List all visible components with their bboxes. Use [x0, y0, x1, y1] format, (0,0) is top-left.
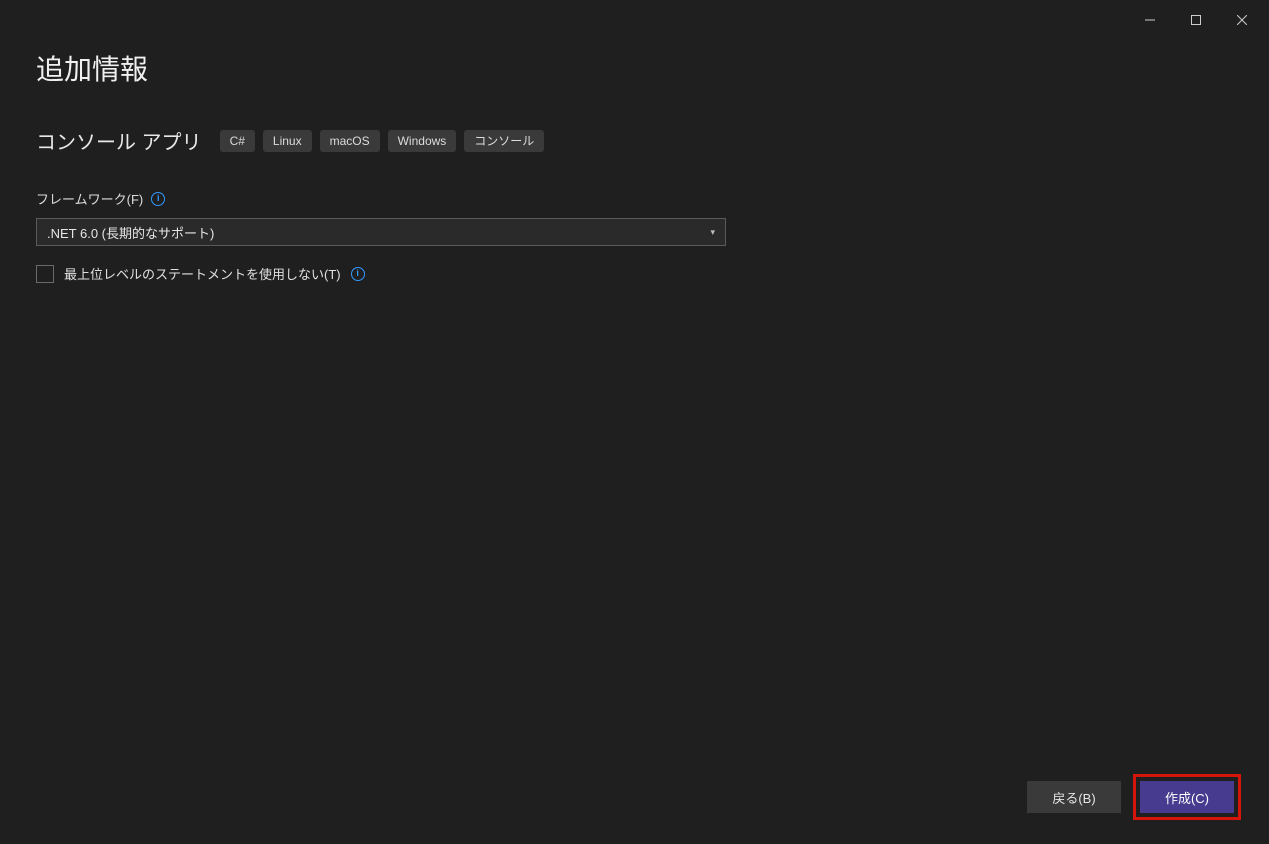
- framework-label: フレームワーク(F): [36, 189, 143, 208]
- titlebar: [0, 0, 1269, 40]
- top-level-statements-label: 最上位レベルのステートメントを使用しない(T): [64, 264, 341, 283]
- project-tags: C# Linux macOS Windows コンソール: [220, 130, 545, 152]
- framework-selected-value: .NET 6.0 (長期的なサポート): [47, 223, 214, 242]
- top-level-statements-checkbox[interactable]: [36, 265, 54, 283]
- minimize-button[interactable]: [1127, 4, 1173, 36]
- tag-linux: Linux: [263, 130, 312, 152]
- create-button[interactable]: 作成(C): [1140, 781, 1234, 813]
- page-title: 追加情報: [36, 48, 1233, 88]
- info-icon[interactable]: i: [351, 267, 365, 281]
- footer-buttons: 戻る(B) 作成(C): [1027, 774, 1241, 820]
- tag-windows: Windows: [388, 130, 457, 152]
- project-type-row: コンソール アプリ C# Linux macOS Windows コンソール: [36, 126, 1233, 155]
- project-type-title: コンソール アプリ: [36, 126, 202, 155]
- back-button[interactable]: 戻る(B): [1027, 781, 1121, 813]
- framework-label-row: フレームワーク(F) i: [36, 189, 1233, 208]
- maximize-button[interactable]: [1173, 4, 1219, 36]
- chevron-down-icon: ▾: [710, 227, 715, 238]
- framework-dropdown[interactable]: .NET 6.0 (長期的なサポート) ▾: [36, 218, 726, 246]
- tag-macos: macOS: [320, 130, 380, 152]
- top-level-statements-row: 最上位レベルのステートメントを使用しない(T) i: [36, 264, 1233, 283]
- close-button[interactable]: [1219, 4, 1265, 36]
- tag-csharp: C#: [220, 130, 255, 152]
- tag-console: コンソール: [464, 130, 544, 152]
- create-button-highlight: 作成(C): [1133, 774, 1241, 820]
- info-icon[interactable]: i: [151, 192, 165, 206]
